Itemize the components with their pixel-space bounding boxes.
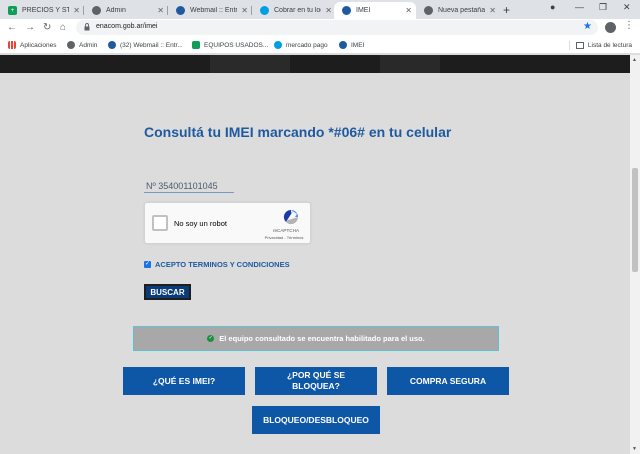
recaptcha-widget: No soy un robot reCAPTCHA Privacidad - T… (144, 202, 311, 244)
bookmark-label: (32) Webmail :: Entr... (120, 41, 183, 49)
maximize-icon[interactable]: ❐ (599, 2, 607, 13)
globe-icon (67, 41, 75, 49)
sheets-icon: + (8, 6, 17, 15)
browser-toolbar: ← → ↻ ⌂ enacom.gob.ar/imei ★ ⋮ (0, 19, 640, 37)
tab-label: Webmail :: Entra (190, 7, 238, 14)
bookmark-label: IMEI (351, 41, 365, 49)
bookmark-mercadopago[interactable]: mercado pago (274, 41, 328, 49)
tab-label: Cobrar en tu loc (274, 7, 322, 14)
why-blocked-button[interactable]: ¿POR QUÉ SE BLOQUEA? (255, 367, 377, 395)
reading-list-label: Lista de lectura (587, 42, 632, 49)
check-circle-icon: ✓ (207, 335, 215, 342)
bookmarks-bar: Aplicaciones Admin (32) Webmail :: Entr.… (0, 37, 640, 54)
bookmark-label: EQUIPOS USADOS... (204, 41, 269, 49)
bookmark-admin[interactable]: Admin (67, 41, 97, 49)
minimize-icon[interactable]: — (575, 2, 584, 12)
sheets-icon (192, 41, 200, 49)
tab-label: IMEI (356, 7, 371, 14)
scrollbar-thumb[interactable] (632, 168, 638, 272)
hero-shade (210, 55, 290, 73)
button-label: COMPRA SEGURA (409, 375, 487, 386)
enacom-icon (339, 41, 347, 49)
button-label: ¿QUÉ ES IMEI? (152, 375, 216, 386)
reading-list[interactable]: Lista de lectura (568, 41, 632, 50)
close-icon[interactable]: ✕ (241, 6, 248, 15)
button-label: BLOQUEO/DESBLOQUEO (263, 414, 369, 425)
bookmark-label: mercado pago (286, 41, 328, 49)
lock-icon (84, 23, 90, 31)
enacom-icon (342, 6, 351, 15)
reading-list-icon (575, 42, 584, 49)
webmail-icon (108, 41, 116, 49)
tab-label: PRECIOS Y STOC (22, 7, 70, 14)
result-message: El equipo consultado se encuentra habili… (219, 334, 425, 343)
recaptcha-checkbox[interactable] (152, 215, 168, 231)
url-text: enacom.gob.ar/imei (96, 23, 158, 30)
recaptcha-terms-link[interactable]: Privacidad - Términos (258, 235, 310, 240)
tab-label: Admin (106, 7, 126, 14)
what-is-imei-button[interactable]: ¿QUÉ ES IMEI? (123, 367, 245, 395)
close-icon[interactable]: ✕ (325, 6, 332, 15)
page-title: Consultá tu IMEI marcando *#06# en tu ce… (144, 124, 452, 140)
tab-label: Nueva pestaña (438, 7, 486, 14)
imei-input[interactable] (144, 179, 234, 193)
page-scrollbar[interactable]: ▲ ▼ (630, 55, 640, 454)
bookmark-star-icon[interactable]: ★ (583, 21, 592, 32)
tab-imei[interactable]: IMEI ✕ (334, 2, 416, 19)
window-close-icon[interactable]: ✕ (623, 2, 631, 13)
scroll-up-icon[interactable]: ▲ (632, 57, 637, 63)
close-icon[interactable]: ✕ (405, 6, 412, 15)
bookmark-equipos[interactable]: EQUIPOS USADOS... (192, 41, 268, 49)
address-bar[interactable]: enacom.gob.ar/imei ★ (76, 20, 598, 35)
accept-terms[interactable]: ✓ ACEPTO TERMINOS Y CONDICIONES (144, 260, 290, 269)
recaptcha-logo-icon (283, 209, 299, 225)
accept-label: ACEPTO TERMINOS Y CONDICIONES (155, 260, 290, 269)
profile-avatar-icon[interactable] (605, 22, 616, 33)
button-label-line2: BLOQUEA? (292, 381, 340, 391)
close-icon[interactable]: ✕ (73, 6, 80, 15)
tab-admin[interactable]: Admin ✕ (84, 2, 168, 19)
result-banner: ✓ El equipo consultado se encuentra habi… (133, 326, 499, 351)
safe-purchase-button[interactable]: COMPRA SEGURA (387, 367, 509, 395)
lock-unlock-button[interactable]: BLOQUEO/DESBLOQUEO (252, 406, 380, 434)
recaptcha-brand: reCAPTCHA (272, 228, 300, 233)
tab-nueva[interactable]: Nueva pestaña ✕ (416, 2, 500, 19)
search-button[interactable]: BUSCAR (144, 284, 191, 300)
button-label-line1: ¿POR QUÉ SE (286, 370, 346, 381)
mercadopago-icon (260, 6, 269, 15)
webmail-icon (176, 6, 185, 15)
tab-cobrar[interactable]: Cobrar en tu loc ✕ (252, 2, 336, 19)
tab-precios[interactable]: + PRECIOS Y STOC ✕ (0, 2, 84, 19)
home-icon[interactable]: ⌂ (60, 21, 66, 35)
mercadopago-icon (274, 41, 282, 49)
hero-shade (380, 55, 440, 73)
bookmark-aplicaciones[interactable]: Aplicaciones (8, 41, 57, 49)
bookmark-label: Admin (79, 41, 98, 49)
globe-icon (92, 6, 101, 15)
back-arrow-icon[interactable]: ← (7, 21, 17, 35)
forward-arrow-icon[interactable]: → (25, 21, 35, 35)
close-icon[interactable]: ✕ (157, 6, 164, 15)
new-tab-button[interactable]: + (503, 3, 510, 17)
tab-strip: + PRECIOS Y STOC ✕ Admin ✕ Webmail :: En… (0, 0, 640, 19)
bookmark-imei[interactable]: IMEI (339, 41, 364, 49)
accept-checkbox[interactable]: ✓ (144, 261, 151, 268)
bookmark-label: Aplicaciones (20, 41, 57, 49)
bookmark-webmail[interactable]: (32) Webmail :: Entr... (108, 41, 183, 49)
chrome-icon (424, 6, 433, 15)
hero-banner (0, 55, 630, 73)
reload-icon[interactable]: ↻ (43, 21, 51, 35)
close-icon[interactable]: ✕ (489, 6, 496, 15)
button-label: ¿POR QUÉ SE BLOQUEA? (287, 370, 345, 391)
divider (568, 41, 570, 50)
tab-search-icon[interactable]: ● (550, 2, 555, 12)
menu-dots-icon[interactable]: ⋮ (624, 20, 634, 31)
recaptcha-label: No soy un robot (174, 219, 227, 228)
scroll-down-icon[interactable]: ▼ (632, 446, 637, 452)
apps-grid-icon (8, 41, 16, 49)
tab-webmail[interactable]: Webmail :: Entra ✕ (168, 2, 252, 19)
